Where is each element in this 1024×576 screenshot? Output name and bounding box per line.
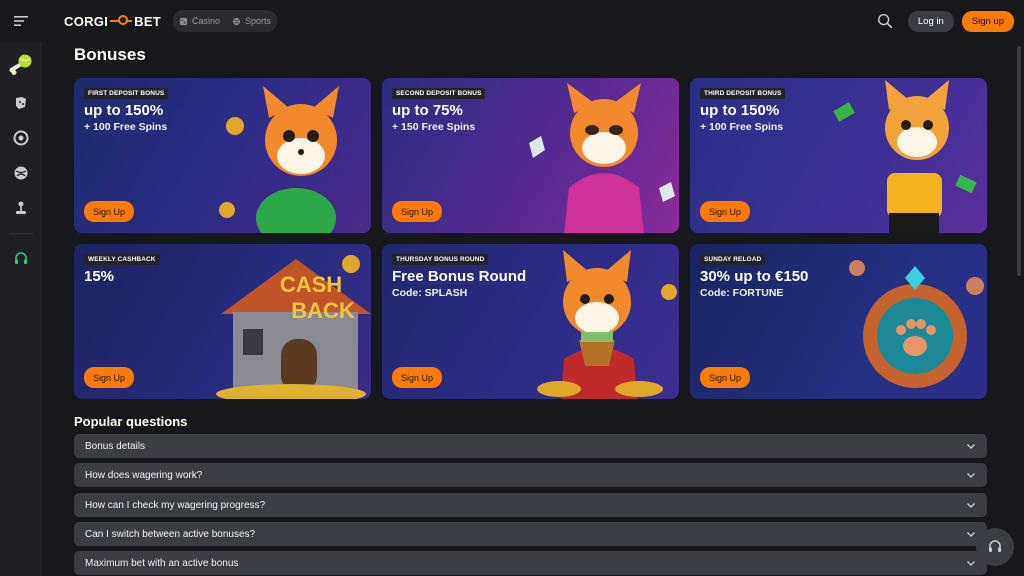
faq-item[interactable]: How does wagering work? bbox=[74, 463, 987, 487]
brand-logo[interactable]: CORGI BET bbox=[64, 14, 161, 29]
bonus-subline: + 150 Free Spins bbox=[392, 121, 476, 133]
bonus-tag: FIRST DEPOSIT BONUS bbox=[84, 88, 169, 99]
sidebar-divider bbox=[9, 233, 33, 234]
chevron-down-icon bbox=[967, 503, 975, 508]
bonus-tag: SECOND DEPOSIT BONUS bbox=[392, 88, 486, 99]
mode-casino-label: Casino bbox=[192, 16, 221, 26]
bonus-card-second-deposit[interactable]: SECOND DEPOSIT BONUS up to 75% + 150 Fre… bbox=[382, 78, 679, 233]
bonus-headline: up to 150% bbox=[700, 102, 780, 119]
bonus-signup-button[interactable]: Sign Up bbox=[84, 367, 135, 388]
bonus-headline: 30% up to €150 bbox=[700, 268, 809, 285]
bonus-card-third-deposit[interactable]: THIRD DEPOSIT BONUS up to 150% + 100 Fre… bbox=[690, 78, 987, 233]
bonus-signup-button[interactable]: Sign Up bbox=[84, 201, 135, 222]
bone-logo-icon bbox=[110, 15, 133, 25]
faq-question: Maximum bet with an active bonus bbox=[85, 557, 239, 569]
joystick-icon bbox=[16, 201, 26, 214]
bonus-subline: Code: FORTUNE bbox=[700, 287, 784, 299]
bonus-headline: up to 150% bbox=[84, 102, 164, 119]
sports-ball-icon bbox=[14, 166, 28, 180]
chevron-down-icon bbox=[967, 473, 975, 478]
menu-icon bbox=[14, 16, 28, 26]
header-actions: Log in Sign up bbox=[876, 10, 1014, 32]
bonus-card-weekly-cashback[interactable]: WEEKLY CASHBACK 15% CASH BACK Sign Up bbox=[74, 244, 371, 399]
faq-item[interactable]: Can I switch between active bonuses? bbox=[74, 522, 987, 546]
dice-icon bbox=[179, 17, 188, 25]
bonus-card-sunday-reload[interactable]: SUNDAY RELOAD 30% up to €150 Code: FORTU… bbox=[690, 244, 987, 399]
bonus-tag: WEEKLY CASHBACK bbox=[84, 254, 160, 265]
chip-icon bbox=[13, 130, 29, 146]
mode-sports[interactable]: Sports bbox=[232, 16, 271, 26]
bonus-headline: up to 75% bbox=[392, 102, 463, 119]
support-chat-button[interactable] bbox=[976, 528, 1014, 566]
bone-ball-icon bbox=[9, 54, 32, 75]
faq-question: Bonus details bbox=[85, 440, 146, 452]
chevron-down-icon bbox=[967, 561, 975, 566]
dice-shield-icon bbox=[16, 97, 26, 109]
bonus-signup-button[interactable]: Sign Up bbox=[392, 367, 443, 388]
signup-button[interactable]: Sign up bbox=[961, 10, 1014, 32]
faq-question: Can I switch between active bonuses? bbox=[85, 528, 256, 540]
sidebar-item-promo[interactable] bbox=[8, 52, 34, 78]
faq-question: How can I check my wagering progress? bbox=[85, 499, 266, 511]
mode-casino[interactable]: Casino bbox=[179, 16, 220, 26]
cashback-art-text-1: CASH bbox=[280, 272, 342, 297]
bonus-card-thursday-round[interactable]: THURSDAY BONUS ROUND Free Bonus Round Co… bbox=[382, 244, 679, 399]
sidebar-item-sports[interactable] bbox=[11, 163, 31, 183]
login-button[interactable]: Log in bbox=[907, 10, 954, 32]
bonus-tag: THIRD DEPOSIT BONUS bbox=[700, 88, 786, 99]
faq-item[interactable]: Bonus details bbox=[74, 434, 987, 458]
mode-switch: Casino Sports bbox=[173, 10, 278, 32]
bonus-signup-button[interactable]: Sign Up bbox=[392, 201, 443, 222]
bonus-signup-button[interactable]: Sign Up bbox=[700, 201, 751, 222]
bonus-card-first-deposit[interactable]: FIRST DEPOSIT BONUS up to 150% + 100 Fre… bbox=[74, 78, 371, 233]
sidebar-item-esports[interactable] bbox=[11, 198, 31, 218]
headset-icon bbox=[15, 252, 27, 264]
brand-name-right: BET bbox=[134, 13, 162, 29]
bonus-headline: Free Bonus Round bbox=[392, 268, 527, 285]
corgi-cash-illustration bbox=[833, 80, 977, 233]
menu-toggle-button[interactable] bbox=[0, 0, 42, 42]
bonus-subline: + 100 Free Spins bbox=[84, 121, 168, 133]
sidebar-item-support[interactable] bbox=[11, 249, 31, 269]
faq-item[interactable]: How can I check my wagering progress? bbox=[74, 493, 987, 517]
faq-item[interactable]: Maximum bet with an active bonus bbox=[74, 551, 987, 575]
chevron-down-icon bbox=[967, 532, 975, 537]
sidebar-item-casino[interactable] bbox=[11, 93, 31, 113]
ball-icon bbox=[232, 17, 241, 25]
corgi-cards-illustration bbox=[219, 86, 339, 233]
corgi-dress-illustration bbox=[529, 83, 675, 233]
bonus-subline: + 100 Free Spins bbox=[700, 121, 784, 133]
cashback-art-text-2: BACK bbox=[291, 298, 355, 323]
headset-icon bbox=[989, 540, 1001, 552]
paw-medallion-illustration bbox=[849, 260, 984, 388]
faq-question: How does wagering work? bbox=[85, 469, 203, 481]
top-bar: CORGI BET Casino Sports Log in Sign up bbox=[0, 0, 1024, 42]
main-content: Bonuses FIRST DEPOSIT BONUS up to 150% +… bbox=[42, 42, 1024, 576]
sidebar bbox=[0, 42, 42, 576]
search-icon[interactable] bbox=[876, 12, 894, 30]
page-title: Bonuses bbox=[74, 45, 146, 64]
mode-sports-label: Sports bbox=[245, 16, 272, 26]
cashback-house-illustration: CASH BACK bbox=[216, 255, 371, 399]
brand-name-left: CORGI bbox=[64, 13, 109, 29]
bonus-signup-button[interactable]: Sign Up bbox=[700, 367, 751, 388]
chevron-down-icon bbox=[967, 444, 975, 449]
page-scrollbar[interactable] bbox=[1016, 42, 1022, 576]
sidebar-item-live-casino[interactable] bbox=[11, 128, 31, 148]
corgi-money-illustration bbox=[537, 250, 677, 399]
bonus-tag: SUNDAY RELOAD bbox=[700, 254, 766, 265]
bonus-subline: Code: SPLASH bbox=[392, 287, 468, 299]
bonus-tag: THURSDAY BONUS ROUND bbox=[392, 254, 489, 265]
faq-title: Popular questions bbox=[74, 414, 188, 429]
bonus-headline: 15% bbox=[84, 268, 115, 285]
